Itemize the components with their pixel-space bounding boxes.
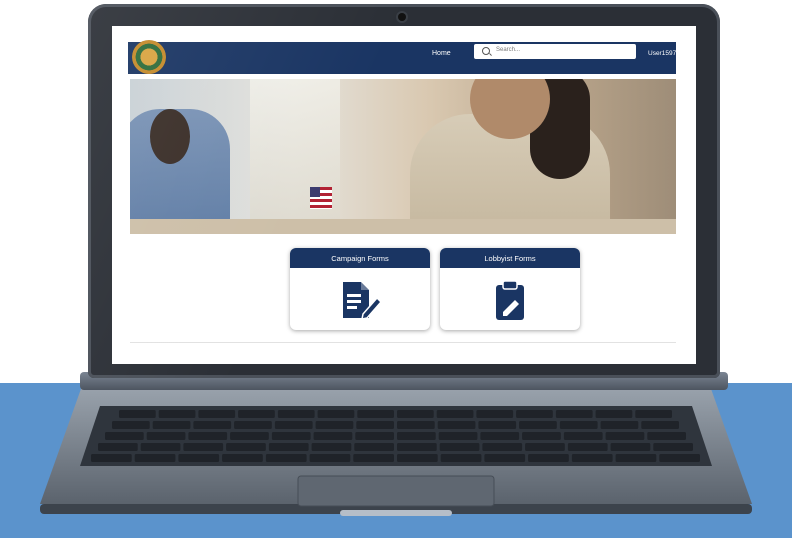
keyboard-key: [265, 454, 307, 462]
keyboard-key: [653, 443, 693, 451]
keyboard-key: [238, 410, 275, 418]
search-input[interactable]: Search...: [474, 44, 636, 59]
webcam-icon: [398, 13, 406, 21]
keyboard-key: [519, 421, 557, 429]
keyboard-key: [567, 443, 608, 451]
keyboard-key: [615, 454, 657, 462]
keyboard-key: [641, 421, 679, 429]
lobbyist-forms-card[interactable]: Lobbyist Forms: [440, 248, 580, 330]
keyboard-key: [356, 421, 394, 429]
laptop-base: [40, 386, 752, 518]
keyboard-key: [193, 421, 232, 429]
keyboard-key: [525, 443, 565, 451]
user-menu[interactable]: User1597: [648, 50, 676, 57]
keyboard-key: [476, 410, 514, 418]
keyboard-key: [146, 432, 186, 440]
screen: Home Search... User1597 Campaign Forms L…: [112, 26, 696, 364]
keyboard-key: [271, 432, 311, 440]
keyboard-key: [600, 421, 639, 429]
keyboard-key: [152, 421, 191, 429]
keyboard-key: [105, 432, 144, 440]
keyboard-key: [158, 410, 196, 418]
keyboard-key: [309, 454, 351, 462]
keyboard-key: [222, 454, 263, 462]
keyboard-key: [357, 410, 394, 418]
keyboard-key: [112, 421, 150, 429]
keyboard-key: [528, 454, 569, 462]
keyboard-key: [268, 443, 309, 451]
clipboard-edit-icon: [496, 280, 524, 320]
keyboard-key: [277, 410, 315, 418]
keyboard-key: [198, 410, 236, 418]
keyboard-key: [313, 432, 353, 440]
keyboard-key: [397, 454, 438, 462]
keyboard-key: [234, 421, 272, 429]
keyboard-key: [480, 432, 520, 440]
keyboard-key: [484, 454, 526, 462]
keyboard-key: [440, 454, 482, 462]
keyboard-key: [610, 443, 651, 451]
keyboard-key: [226, 443, 266, 451]
search-placeholder: Search...: [496, 47, 521, 53]
keyboard-key: [437, 421, 476, 429]
keyboard-key: [397, 432, 436, 440]
keyboard-key: [595, 410, 633, 418]
keyboard-key: [482, 443, 523, 451]
keyboard-key: [516, 410, 553, 418]
campaign-forms-card[interactable]: Campaign Forms: [290, 248, 430, 330]
keyboard-key: [436, 410, 474, 418]
keyboard-key: [317, 410, 355, 418]
keyboard-key: [183, 443, 224, 451]
site-header: Home Search... User1597: [128, 40, 676, 74]
keyboard-key: [311, 443, 352, 451]
keyboard-key: [559, 421, 598, 429]
keyboard-key: [397, 410, 434, 418]
document-edit-icon: [343, 282, 383, 320]
keyboard-key: [134, 454, 176, 462]
search-icon: [482, 47, 490, 55]
keyboard-key: [647, 432, 686, 440]
keyboard-key: [659, 454, 700, 462]
keyboard-key: [354, 443, 394, 451]
nav-home-link[interactable]: Home: [432, 50, 451, 57]
keyboard-key: [188, 432, 228, 440]
keyboard-key: [555, 410, 593, 418]
keyboard-key: [635, 410, 672, 418]
keyboard-key: [178, 454, 220, 462]
keyboard-key: [438, 432, 478, 440]
card-title: Lobbyist Forms: [440, 248, 580, 268]
keyboard-key: [563, 432, 603, 440]
keyboard-key: [571, 454, 613, 462]
state-seal-logo[interactable]: [132, 40, 166, 74]
card-title: Campaign Forms: [290, 248, 430, 268]
keyboard-key: [397, 443, 437, 451]
keyboard-key: [397, 421, 435, 429]
hero-image: [130, 79, 676, 234]
keyboard-key: [91, 454, 132, 462]
keyboard-key: [315, 421, 354, 429]
footer-divider: [130, 342, 676, 343]
keyboard-key: [439, 443, 480, 451]
keyboard-key: [478, 421, 517, 429]
keyboard-key: [98, 443, 138, 451]
keyboard-key: [522, 432, 561, 440]
keyboard-key: [230, 432, 269, 440]
keyboard-key: [355, 432, 394, 440]
keyboard-key: [140, 443, 181, 451]
keyboard-key: [274, 421, 313, 429]
keyboard-key: [119, 410, 156, 418]
keyboard-key: [605, 432, 645, 440]
keyboard-key: [353, 454, 394, 462]
